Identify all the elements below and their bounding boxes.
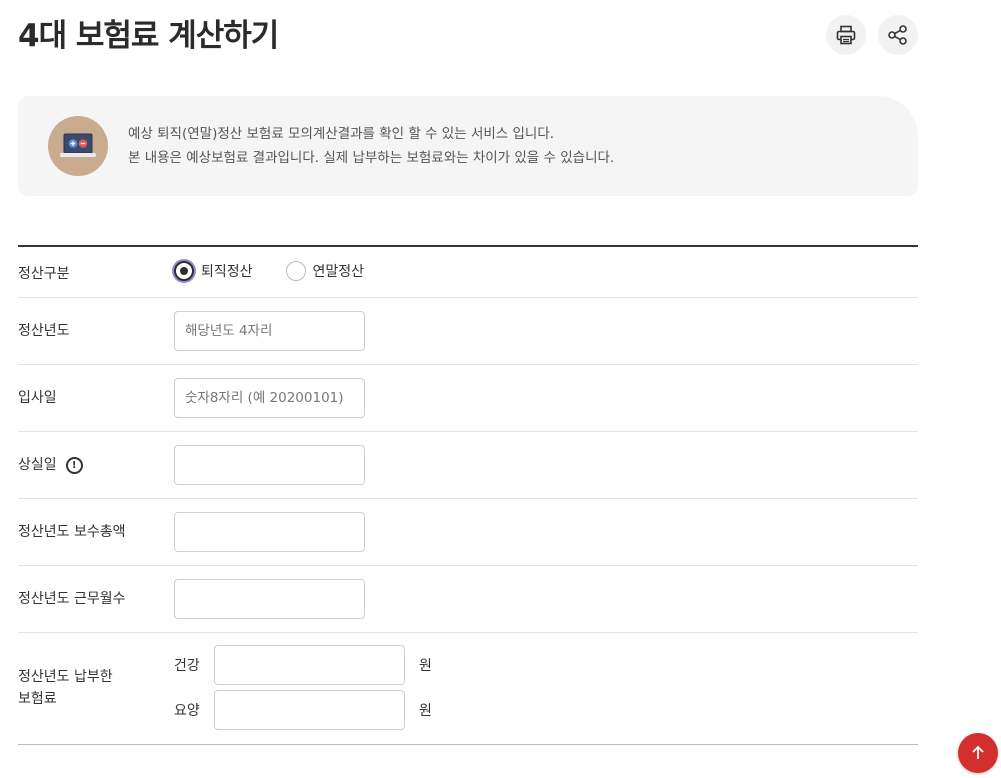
form-row-work-months: 정산년도 근무월수 [18,566,918,633]
notice-text: 예상 퇴직(연말)정산 보험료 모의계산결과를 확인 할 수 있는 서비스 입니… [128,122,614,170]
work-months-label: 정산년도 근무월수 [18,591,126,607]
loss-date-input[interactable] [174,445,365,485]
settlement-type-radio-group: 퇴직정산 연말정산 [174,261,364,281]
care-insurance-input[interactable] [214,690,405,730]
settlement-year-label: 정산년도 [18,323,70,339]
radio-label-retirement: 퇴직정산 [201,264,253,280]
paid-insurance-label-line-2: 보험료 [18,691,57,707]
notice-line-1: 예상 퇴직(연말)정산 보험료 모의계산결과를 확인 할 수 있는 서비스 입니… [128,126,555,142]
page: 4대 보험료 계산하기 예상 퇴직(연말)정산 보험료 모의계산결과를 확인 할… [0,0,1001,778]
info-icon[interactable]: ! [65,456,83,474]
form-row-join-date: 입사일 [18,365,918,432]
care-insurance-label: 요양 [174,703,200,719]
radio-button-unchecked[interactable] [285,261,306,281]
arrow-up-icon [972,745,984,759]
print-button[interactable] [826,15,866,55]
radio-button-checked[interactable] [174,261,194,281]
page-title: 4대 보험료 계산하기 [18,18,279,54]
form-row-settlement-year: 정산년도 [18,298,918,365]
loss-date-label-wrap: 상실일! [18,454,83,474]
settlement-year-input[interactable] [174,311,365,351]
settlement-type-label: 정산구분 [18,266,70,282]
care-insurance-line: 요양 원 [174,690,432,730]
form-row-loss-date: 상실일! [18,432,918,499]
share-icon [888,25,907,45]
work-months-input[interactable] [174,579,365,619]
form-row-settlement-type: 정산구분 퇴직정산 연말정산 [18,247,918,298]
join-date-label: 입사일 [18,390,57,406]
total-pay-label: 정산년도 보수총액 [18,524,126,540]
health-insurance-input[interactable] [214,645,405,685]
scroll-to-top-button[interactable] [958,733,998,773]
total-pay-input[interactable] [174,512,365,552]
radio-retirement-settlement[interactable]: 퇴직정산 [174,261,253,281]
notice-line-2: 본 내용은 예상보험료 결과입니다. 실제 납부하는 보험료와는 차이가 있을 … [128,150,615,166]
paid-insurance-label-line-1: 정산년도 납부한 [18,669,113,685]
notice-avatar [48,116,108,176]
notice-box: 예상 퇴직(연말)정산 보험료 모의계산결과를 확인 할 수 있는 서비스 입니… [18,96,918,196]
form-row-total-pay: 정산년도 보수총액 [18,499,918,566]
radio-label-year-end: 연말정산 [312,264,365,280]
printer-icon [836,25,856,45]
share-button[interactable] [878,15,918,55]
calculation-form: 정산구분 퇴직정산 연말정산 정산년도 입사일 [18,245,918,745]
health-insurance-line: 건강 원 [174,645,432,685]
care-insurance-unit: 원 [419,703,432,719]
join-date-input[interactable] [174,378,365,418]
calculator-laptop-icon [60,133,96,157]
health-insurance-unit: 원 [419,658,432,674]
paid-insurance-label: 정산년도 납부한 보험료 [18,666,113,710]
loss-date-label: 상실일 [18,457,57,473]
form-row-paid-insurance: 정산년도 납부한 보험료 건강 원 요양 원 [18,633,918,744]
radio-year-end-settlement[interactable]: 연말정산 [285,261,365,281]
health-insurance-label: 건강 [174,658,200,674]
